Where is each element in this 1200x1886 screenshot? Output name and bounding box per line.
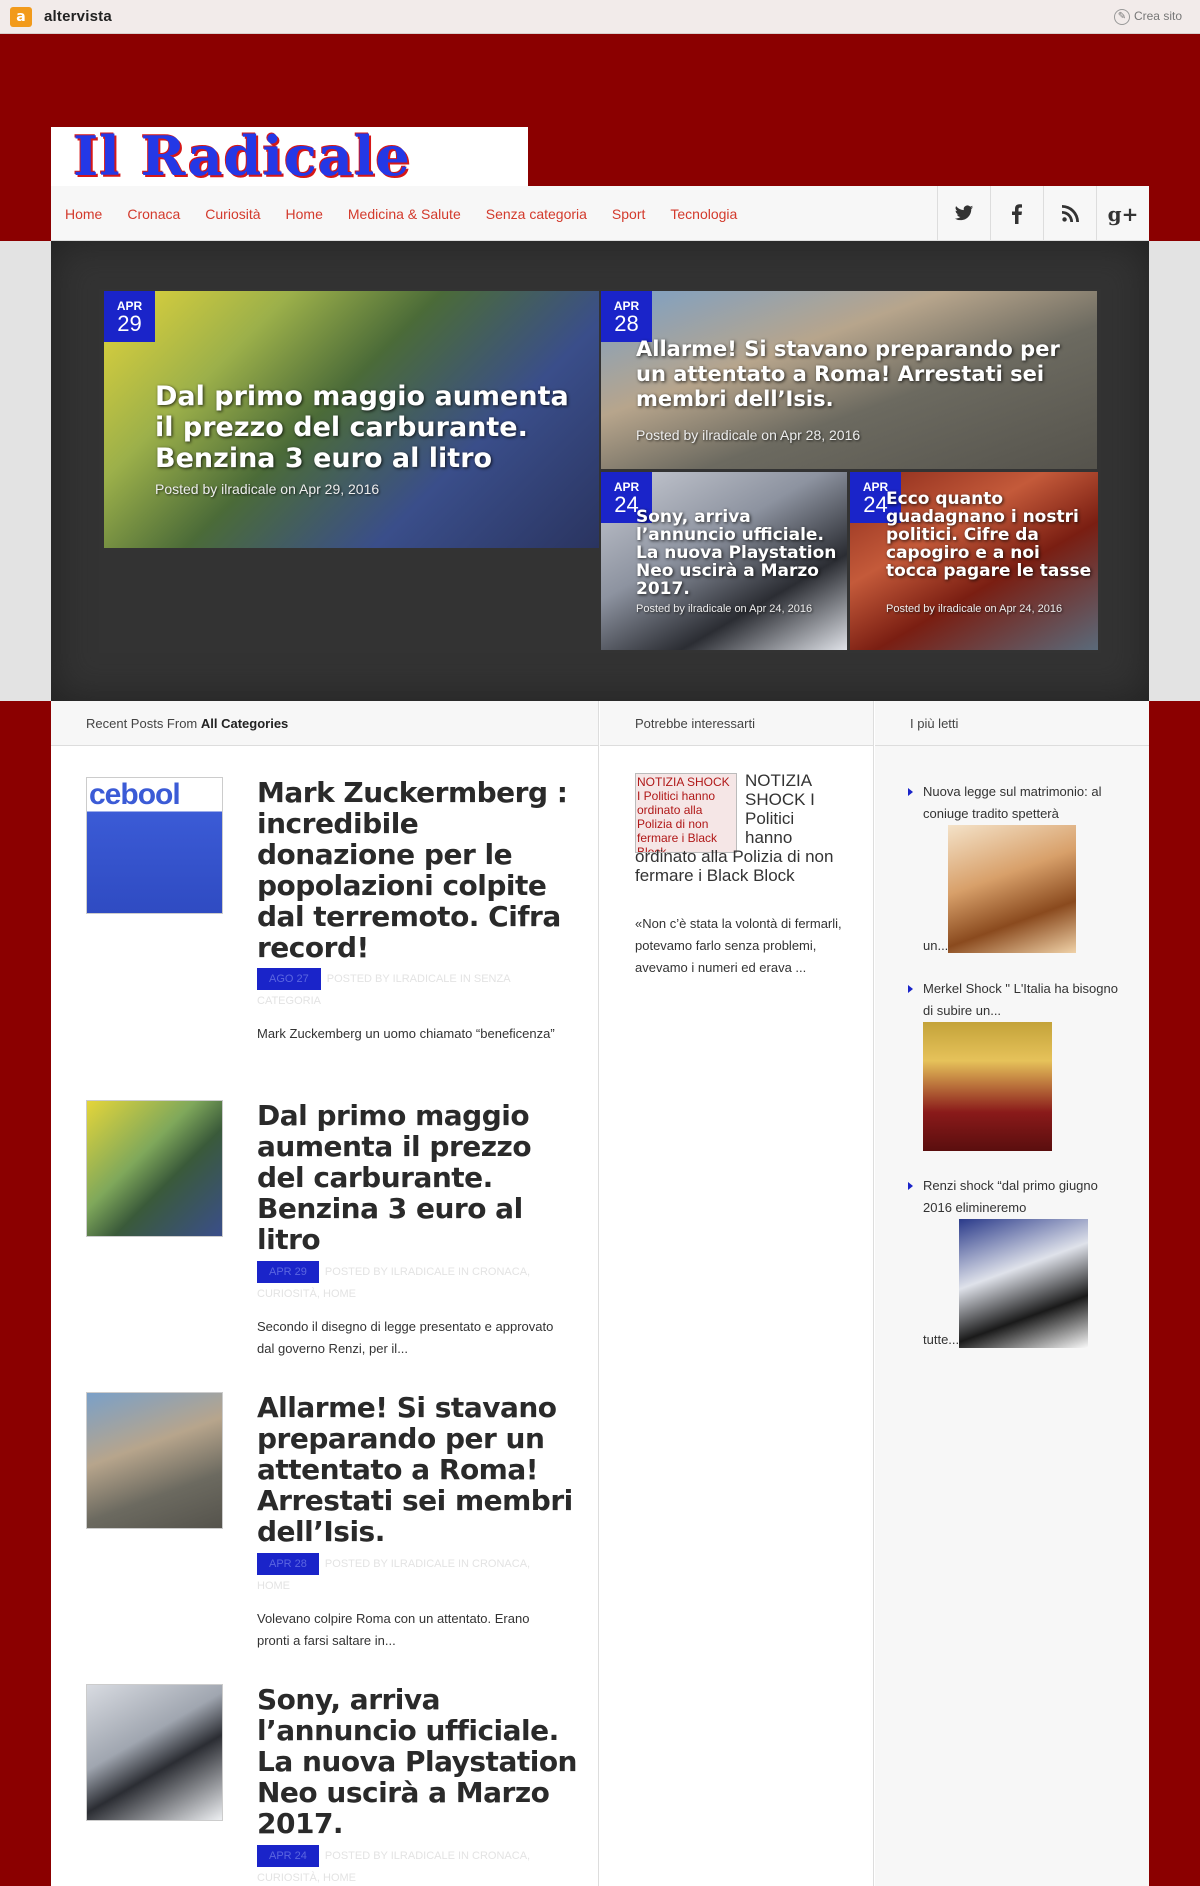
facebook-logo-text: cebool xyxy=(89,778,181,811)
featured-tile-1[interactable]: APR 29 Dal primo maggio aumenta il prezzo… xyxy=(104,291,599,548)
most-read-item[interactable]: Nuova legge sul matrimonio: al coniuge t… xyxy=(908,781,1130,971)
post-item: Allarme! Si stavano preparando per un at… xyxy=(86,1392,573,1662)
post-title[interactable]: Sony, arriva l’annuncio ufficiale. La nu… xyxy=(257,1684,577,1839)
nav-medicina-salute[interactable]: Medicina & Salute xyxy=(348,206,461,222)
post-excerpt: Volevano colpire Roma con un attentato. … xyxy=(257,1611,530,1648)
altervista-brand[interactable]: altervista xyxy=(44,8,112,25)
most-read-column: I più letti Nuova legge sul matrimonio: … xyxy=(875,701,1149,1886)
altervista-bar: a altervista ✎ Crea sito xyxy=(0,0,1200,34)
nav-tecnologia[interactable]: Tecnologia xyxy=(670,206,737,222)
recent-posts-header: Recent Posts From All Categories xyxy=(51,701,598,746)
facebook-icon[interactable] xyxy=(990,186,1043,241)
related-title[interactable]: NOTIZIA SHOCK I Politici hanno ordinato … xyxy=(635,771,839,885)
nav-sport[interactable]: Sport xyxy=(612,206,645,222)
nav-home[interactable]: Home xyxy=(65,206,102,222)
related-excerpt: «Non c’è stata la volontà di fermarli, p… xyxy=(635,916,842,975)
most-read-link[interactable]: Merkel Shock " L'Italia ha bisogno di su… xyxy=(923,978,1130,1022)
featured-title[interactable]: Ecco quanto guadagnano i nostri politici… xyxy=(886,490,1096,580)
background-band-left xyxy=(0,241,51,701)
main-nav: Home Cronaca Curiosità Home Medicina & S… xyxy=(51,186,1149,241)
post-excerpt: Mark Zuckemberg un uomo chiamato “benefi… xyxy=(257,1026,555,1041)
featured-tile-4[interactable]: APR 24 Ecco quanto guadagnano i nostri po… xyxy=(850,472,1098,650)
post-item: cebool Mark Zuckermberg : incredibile do… xyxy=(86,777,568,1077)
related-header: Potrebbe interessarti xyxy=(600,701,873,746)
date-badge: APR 28 xyxy=(601,291,652,342)
pencil-icon: ✎ xyxy=(1113,9,1130,25)
post-title[interactable]: Allarme! Si stavano preparando per un at… xyxy=(257,1392,577,1547)
rss-icon[interactable] xyxy=(1043,186,1096,241)
renzi-image[interactable] xyxy=(959,1219,1088,1348)
twitter-icon[interactable] xyxy=(937,186,990,241)
post-meta: AGO 27 POSTED BY ILRADICALE IN SENZA CATE… xyxy=(257,968,547,1012)
content-area: Recent Posts From All Categories cebool … xyxy=(51,701,1149,1886)
post-title[interactable]: Dal primo maggio aumenta il prezzo del c… xyxy=(257,1100,577,1255)
featured-byline: Posted by ilradicale on Apr 24, 2016 xyxy=(636,603,813,615)
post-thumbnail[interactable] xyxy=(86,1392,223,1529)
most-read-item[interactable]: Renzi shock “dal primo giugno 2016 elimi… xyxy=(908,1175,1130,1375)
most-read-tail: un... xyxy=(923,938,949,953)
featured-byline: Posted by ilradicale on Apr 24, 2016 xyxy=(886,603,1063,615)
post-date-badge: AGO 27 xyxy=(257,968,321,990)
bullet-icon xyxy=(908,788,913,796)
related-column: Potrebbe interessarti NOTIZIA SHOCK I Po… xyxy=(600,701,874,1886)
most-read-header: I più letti xyxy=(875,701,1149,746)
merkel-image[interactable] xyxy=(923,1022,1052,1151)
post-item: Sony, arriva l’annuncio ufficiale. La nu… xyxy=(86,1684,577,1886)
recent-posts-column: Recent Posts From All Categories cebool … xyxy=(51,701,599,1886)
nav-home-2[interactable]: Home xyxy=(286,206,323,222)
google-plus-icon[interactable]: g+ xyxy=(1096,186,1149,241)
date-badge: APR 29 xyxy=(104,291,155,342)
altervista-logo-icon[interactable]: a xyxy=(10,7,32,27)
create-site-label: Crea sito xyxy=(1133,9,1182,24)
featured-byline: Posted by ilradicale on Apr 28, 2016 xyxy=(636,427,861,443)
post-title[interactable]: Mark Zuckermberg : incredibile donazione… xyxy=(257,777,577,963)
post-meta: APR 24 POSTED BY ILRADICALE IN CRONACA, C… xyxy=(257,1845,547,1886)
post-thumbnail[interactable]: cebool xyxy=(86,777,223,914)
most-read-link[interactable]: Nuova legge sul matrimonio: al coniuge t… xyxy=(923,781,1130,825)
post-item: Dal primo maggio aumenta il prezzo del c… xyxy=(86,1100,566,1370)
post-thumbnail[interactable] xyxy=(86,1100,223,1237)
post-thumbnail[interactable] xyxy=(86,1684,223,1821)
nav-cronaca[interactable]: Cronaca xyxy=(127,206,180,222)
create-site-link[interactable]: ✎ Crea sito xyxy=(1113,9,1182,25)
post-excerpt: Secondo il disegno di legge presentato e… xyxy=(257,1319,554,1356)
post-date-badge: APR 29 xyxy=(257,1261,319,1283)
post-date-badge: APR 28 xyxy=(257,1553,319,1575)
site-logo-text: Il Radicale xyxy=(73,127,411,186)
nav-curiosita[interactable]: Curiosità xyxy=(205,206,260,222)
post-date-badge: APR 24 xyxy=(257,1845,319,1867)
most-read-link[interactable]: Renzi shock “dal primo giugno 2016 elimi… xyxy=(923,1175,1130,1219)
featured-title[interactable]: Dal primo maggio aumenta il prezzo del c… xyxy=(155,381,585,474)
most-read-item[interactable]: Merkel Shock " L'Italia ha bisogno di su… xyxy=(908,978,1130,1168)
featured-byline: Posted by ilradicale on Apr 29, 2016 xyxy=(155,481,380,497)
featured-title[interactable]: Allarme! Si stavano preparando per un at… xyxy=(636,337,1086,412)
social-links: g+ xyxy=(937,186,1149,241)
site-logo[interactable]: Il Radicale xyxy=(51,127,528,186)
nav-links: Home Cronaca Curiosità Home Medicina & S… xyxy=(65,186,737,241)
featured-grid: APR 29 Dal primo maggio aumenta il prezzo… xyxy=(51,241,1149,701)
gavel-image[interactable] xyxy=(948,825,1076,953)
background-band-right xyxy=(1149,241,1200,701)
featured-tile-2[interactable]: APR 28 Allarme! Si stavano preparando per… xyxy=(601,291,1097,469)
nav-senza-categoria[interactable]: Senza categoria xyxy=(486,206,587,222)
post-meta: APR 28 POSTED BY ILRADICALE IN CRONACA, H… xyxy=(257,1553,547,1597)
featured-tile-3[interactable]: APR 24 Sony, arriva l’annuncio ufficiale.… xyxy=(601,472,847,650)
most-read-tail: tutte... xyxy=(923,1332,960,1347)
bullet-icon xyxy=(908,985,913,993)
bullet-icon xyxy=(908,1182,913,1190)
featured-title[interactable]: Sony, arriva l’annuncio ufficiale. La nu… xyxy=(636,508,846,598)
post-meta: APR 29 POSTED BY ILRADICALE IN CRONACA, C… xyxy=(257,1261,547,1305)
